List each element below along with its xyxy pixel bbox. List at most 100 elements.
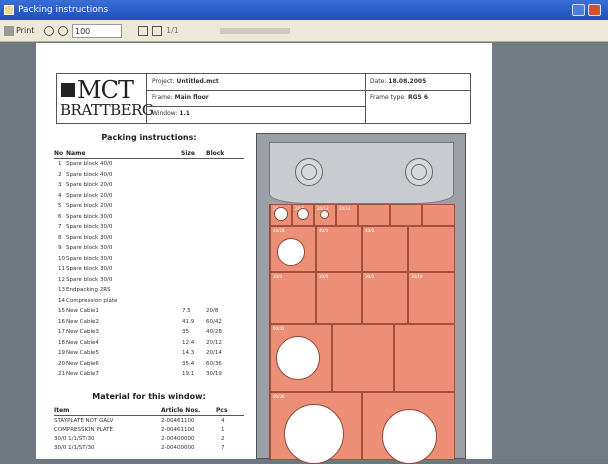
block-cell: 40/0: [316, 226, 362, 272]
packing-title: Packing instructions:: [101, 133, 197, 142]
bolt-icon: [405, 158, 433, 186]
packing-cell-no: 12: [58, 276, 65, 283]
packing-cell-no: 11: [58, 266, 65, 272]
page-prev-icon[interactable]: [138, 26, 148, 36]
packing-cell-block: 20/8: [206, 308, 219, 314]
packing-cell-size: 7.5: [182, 308, 191, 314]
packing-cell-name: New Cable7: [66, 371, 99, 377]
cable-hole: [277, 238, 305, 266]
packing-cell-block: 40/28: [206, 329, 222, 335]
app-icon: [4, 5, 14, 15]
packing-cell-name: New Cable4: [66, 339, 99, 346]
material-cell-article: 2-00461100: [161, 427, 195, 433]
packing-cell-no: 10: [58, 255, 65, 262]
cable-hole: [284, 404, 344, 464]
packing-cell-no: 17: [58, 329, 65, 335]
block-cell: [390, 204, 422, 226]
window-title: Packing instructions: [18, 5, 109, 15]
cable-hole: [297, 208, 309, 220]
restore-button[interactable]: [572, 4, 585, 16]
packing-cell-name: New Cable2: [66, 318, 99, 325]
packing-cell-block: 30/19: [206, 371, 222, 377]
cable-hole: [276, 336, 320, 380]
material-cell-pcs: 7: [221, 445, 225, 451]
material-cell-item: COMPRESSION PLATE: [54, 427, 114, 433]
block-cell: 30/0: [270, 272, 316, 324]
packing-cell-name: Spare block 30/0: [66, 255, 113, 262]
material-cell-article: 2-00461100: [161, 418, 195, 424]
bolt-icon: [295, 158, 323, 186]
block-cell: 30/0: [362, 272, 408, 324]
col-size: Size: [181, 150, 195, 157]
cable-hole: [274, 207, 288, 221]
page-indicator: 1/1: [166, 26, 179, 35]
packing-cell-name: Spare block 30/0: [66, 224, 113, 230]
date-row: Date: 18.08.2005: [370, 78, 427, 85]
packing-cell-name: New Cable1: [66, 308, 99, 314]
toolbar-disabled-control: [220, 28, 290, 34]
material-cell-article: 2-00400000: [161, 436, 195, 442]
packing-cell-no: 1: [58, 161, 62, 167]
packing-cell-name: Spare block 20/0: [66, 182, 113, 188]
left-margin: [0, 43, 36, 459]
packing-cell-size: 12.4: [182, 339, 195, 346]
packing-cell-size: 19.1: [182, 371, 195, 377]
right-pane: [492, 43, 608, 459]
packing-cell-size: 35.4: [182, 360, 195, 367]
packing-cell-size: 14.3: [182, 350, 195, 356]
block-cell: 30/0: [316, 272, 362, 324]
packing-cell-block: 20/12: [206, 339, 222, 346]
packing-cell-no: 6: [58, 213, 62, 220]
block-cell: [422, 204, 455, 226]
col-name: Name: [66, 150, 86, 157]
packing-cell-no: 9: [58, 245, 62, 251]
project-row: Project: Untitled.mct: [152, 78, 219, 85]
material-cell-pcs: 1: [221, 427, 225, 433]
frame-drawing: 20/8 20/8 20/12 20/14 40/28 40/0 40/0 30…: [256, 133, 466, 464]
packing-cell-no: 18: [58, 339, 65, 346]
frame-type-row: Frame type: RGS 6: [370, 94, 429, 101]
packing-cell-size: 35: [182, 329, 189, 335]
packing-cell-name: Endpacking 2RS: [66, 287, 111, 293]
print-button[interactable]: Print: [16, 24, 34, 38]
packing-cell-no: 20: [58, 360, 65, 367]
zoom-out-icon[interactable]: [58, 26, 68, 36]
col-item: Item: [54, 407, 70, 414]
material-cell-pcs: 2: [221, 436, 225, 442]
packing-cell-name: New Cable3: [66, 329, 99, 335]
packing-cell-name: New Cable5: [66, 350, 99, 356]
col-no: No: [54, 150, 64, 157]
block-cell: [358, 204, 390, 226]
packing-cell-name: Spare block 30/0: [66, 245, 113, 251]
packing-cell-no: 16: [58, 318, 65, 325]
material-cell-article: 2-00400000: [161, 445, 195, 451]
packing-cell-name: Spare block 40/0: [66, 171, 113, 178]
close-button[interactable]: [588, 4, 601, 16]
packing-cell-no: 13: [58, 287, 65, 293]
packing-cell-name: Spare block 30/0: [66, 266, 113, 272]
packing-cell-name: Spare block 30/0: [66, 234, 113, 241]
cable-hole: [382, 409, 437, 464]
packing-cell-name: Spare block 30/0: [66, 276, 113, 283]
packing-cell-no: 3: [58, 182, 62, 188]
packing-cell-name: Spare block 20/0: [66, 192, 113, 199]
page-next-icon[interactable]: [152, 26, 162, 36]
col-pcs: Pcs: [216, 407, 228, 414]
packing-cell-no: 19: [58, 350, 65, 356]
packing-cell-name: New Cable6: [66, 360, 99, 367]
zoom-select[interactable]: 100: [72, 24, 122, 38]
frame-body: 20/8 20/8 20/12 20/14 40/28 40/0 40/0 30…: [269, 204, 455, 464]
packing-cell-no: 21: [58, 371, 65, 377]
logo-sub-text: BRATTBERG: [60, 101, 154, 119]
packing-cell-no: 14: [58, 297, 65, 304]
packing-cell-name: Spare block 40/0: [66, 161, 113, 167]
packing-cell-name: Spare block 20/0: [66, 203, 113, 209]
zoom-in-icon[interactable]: [44, 26, 54, 36]
block-cell: 40/0: [362, 226, 408, 272]
print-icon[interactable]: [4, 26, 14, 36]
packing-cell-no: 15: [58, 308, 65, 314]
packing-cell-no: 5: [58, 203, 62, 209]
report-header: MCT BRATTBERG Project: Untitled.mct Fram…: [56, 73, 471, 124]
report-page: MCT BRATTBERG Project: Untitled.mct Fram…: [36, 43, 492, 464]
material-cell-item: 30/0 1/1/ST/30: [54, 445, 95, 451]
